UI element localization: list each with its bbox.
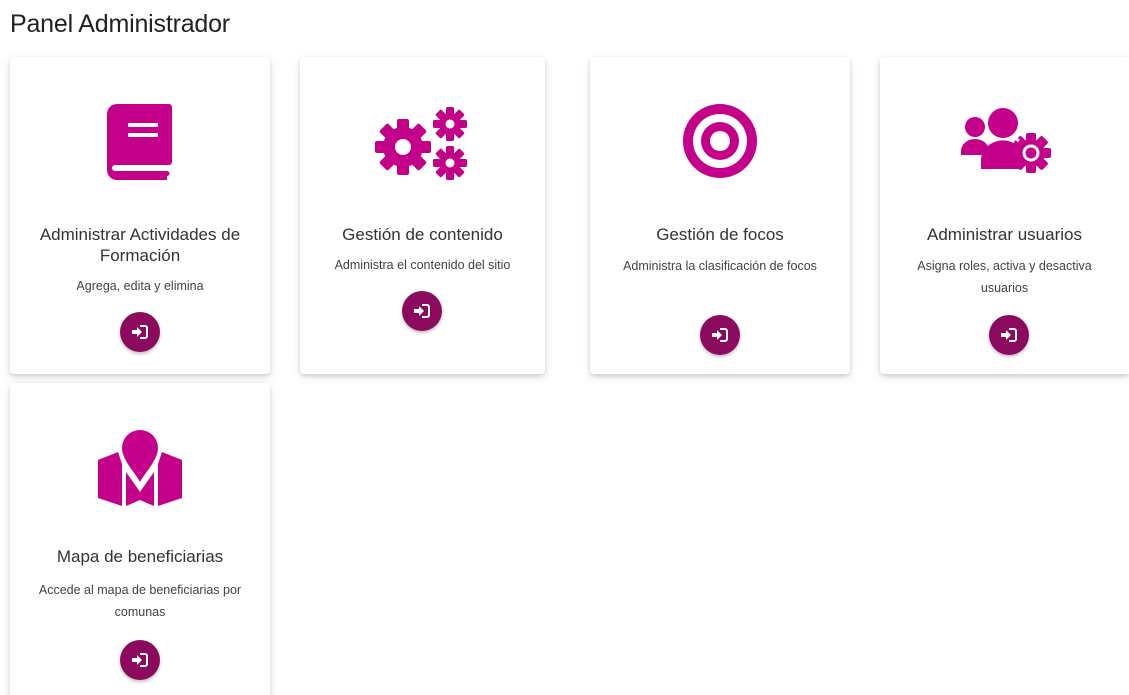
sign-in-icon <box>712 328 728 342</box>
card-title: Administrar Actividades de Formación <box>39 225 241 265</box>
enter-content-button[interactable] <box>402 291 442 331</box>
enter-map-button[interactable] <box>120 640 160 680</box>
card-activities: Administrar Actividades de Formación Agr… <box>10 57 270 374</box>
card-title: Gestión de contenido <box>342 225 503 244</box>
card-focos: Gestión de focos Administra la clasifica… <box>590 57 850 374</box>
card-users: Administrar usuarios Asigna roles, activ… <box>880 57 1129 374</box>
card-description: Administra la clasificación de focos <box>623 259 817 273</box>
gears-icon <box>300 107 545 181</box>
sign-in-icon <box>132 653 148 667</box>
sign-in-icon <box>132 325 148 339</box>
enter-activities-button[interactable] <box>120 312 160 352</box>
card-map: Mapa de beneficiarias Accede al mapa de … <box>10 383 270 695</box>
card-description: Asigna roles, activa y desactiva usuario… <box>917 259 1092 295</box>
card-title: Gestión de focos <box>656 225 784 244</box>
users-cog-icon <box>880 107 1129 175</box>
sign-in-icon <box>414 304 430 318</box>
book-icon <box>10 104 270 180</box>
admin-panel-page: Panel Administrador Administrar Activida… <box>0 0 1129 695</box>
bullseye-icon <box>590 104 850 178</box>
sign-in-icon <box>1001 328 1017 342</box>
page-title: Panel Administrador <box>10 10 230 38</box>
card-content: Gestión de contenido Administra el conte… <box>300 57 545 374</box>
enter-focos-button[interactable] <box>700 315 740 355</box>
card-title: Mapa de beneficiarias <box>56 547 224 566</box>
map-marker-icon <box>10 430 270 506</box>
card-description: Accede al mapa de beneficiarias por comu… <box>38 583 242 619</box>
enter-users-button[interactable] <box>989 315 1029 355</box>
card-description: Agrega, edita y elimina <box>76 279 204 293</box>
card-description: Administra el contenido del sitio <box>334 258 511 272</box>
card-title: Administrar usuarios <box>927 225 1082 244</box>
